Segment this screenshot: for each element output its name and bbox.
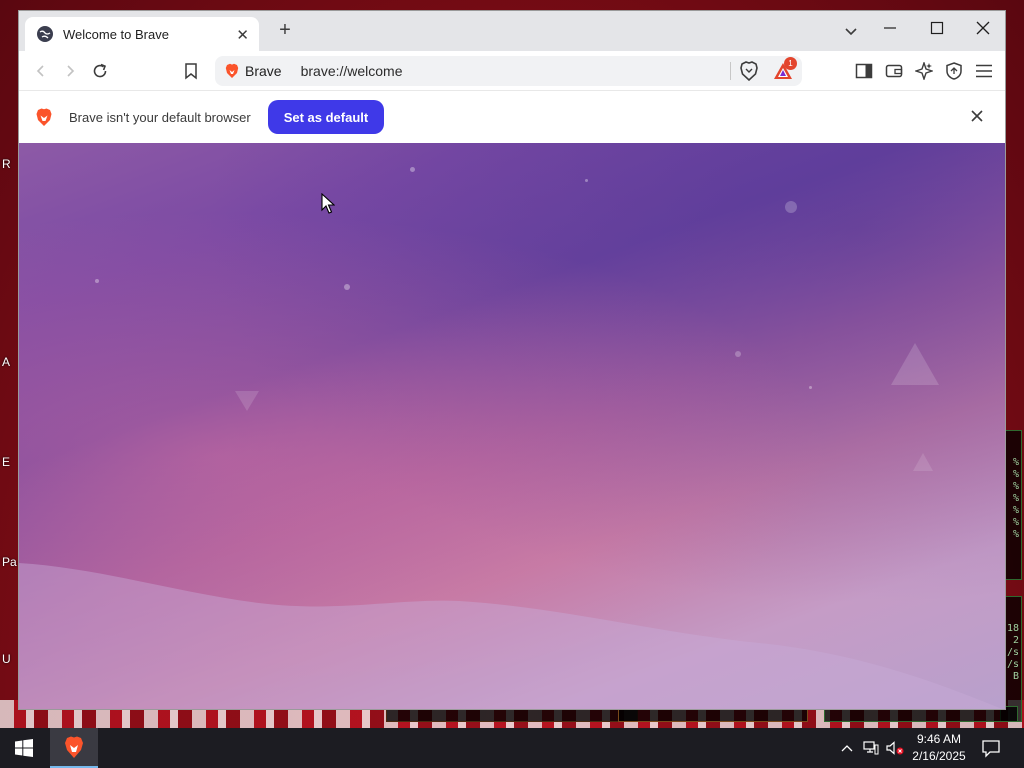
desktop-icon-label[interactable]: R [2,157,11,171]
url-brand-label: Brave [245,63,282,79]
url-text[interactable]: brave://welcome [301,63,403,79]
brave-lion-icon [65,736,83,758]
network-tray-button[interactable] [861,738,881,758]
brave-lion-icon [225,63,239,78]
sidebar-button[interactable] [852,59,876,83]
brave-rewards-button[interactable]: 1 [771,57,797,83]
url-divider [730,62,731,80]
vpn-button[interactable] [942,59,966,83]
close-window-button[interactable] [968,19,998,43]
network-icon [863,741,879,755]
star-decoration [735,351,741,357]
triangle-decoration [913,453,933,471]
bookmark-icon [185,63,197,80]
clock-time: 9:46 AM [916,732,962,746]
star-decoration [410,167,415,172]
sidebar-icon [855,63,873,79]
chevron-up-icon [841,745,853,752]
infobar-close-button[interactable] [967,106,987,126]
start-button[interactable] [0,728,48,768]
star-decoration [344,284,350,290]
desktop-icon-label[interactable]: Pa [2,555,17,569]
infobar-message: Brave isn't your default browser [69,109,251,125]
star-decoration [809,386,812,389]
leo-ai-button[interactable] [912,59,936,83]
welcome-page-background [19,143,1005,709]
reload-button[interactable] [88,59,112,83]
notification-icon [982,740,1000,758]
browser-window: Welcome to Brave ✕ + Brave brave://welco… [18,10,1006,710]
volume-tray-button[interactable] [885,738,905,758]
desktop-icon-label[interactable]: U [2,652,11,666]
forward-button[interactable] [58,59,82,83]
chevron-down-icon [845,28,857,36]
tab-close-icon[interactable]: ✕ [236,26,249,44]
star-decoration [95,279,99,283]
windows-taskbar: 9:46 AM 2/16/2025 [0,728,1024,768]
star-decoration [585,179,588,182]
hamburger-menu-icon [976,64,992,78]
clock-date: 2/16/2025 [912,749,966,763]
tab-title: Welcome to Brave [63,26,169,42]
minimize-button[interactable] [875,19,905,43]
sparkle-icon [915,62,933,80]
rewards-badge: 1 [784,57,797,70]
desktop-icon-label[interactable]: A [2,355,10,369]
new-tab-button[interactable]: + [273,19,297,43]
maximize-button[interactable] [922,19,952,43]
brave-shields-icon [740,61,758,81]
brave-lion-icon [36,108,52,126]
close-icon [976,21,990,35]
triangle-decoration [235,391,259,411]
arrow-right-icon [67,65,75,77]
tab-welcome[interactable]: Welcome to Brave ✕ [25,17,259,51]
taskbar-clock[interactable]: 9:46 AM 2/16/2025 [908,731,970,765]
brave-shields-button[interactable] [737,59,761,83]
windows-logo-icon [15,739,33,757]
globe-icon [37,26,53,42]
main-menu-button[interactable] [972,59,996,83]
desktop-icon-label[interactable]: E [2,455,10,469]
maximize-icon [930,21,944,35]
taskbar-brave-button[interactable] [50,728,98,768]
wallet-icon [885,64,903,78]
hills-decoration [19,563,1003,709]
reload-icon [93,63,107,78]
bookmark-button[interactable] [179,59,203,83]
action-center-button[interactable] [980,737,1002,759]
minimize-icon [884,27,896,29]
browser-toolbar: Brave brave://welcome 1 [19,51,1005,91]
star-decoration [785,201,797,213]
close-icon [971,110,983,122]
wallet-button[interactable] [882,59,906,83]
back-button[interactable] [29,59,53,83]
mouse-cursor-icon [321,193,335,214]
set-as-default-button[interactable]: Set as default [267,100,385,134]
tab-strip: Welcome to Brave ✕ + [19,11,1005,51]
triangle-decoration [891,343,939,385]
address-bar[interactable]: Brave brave://welcome 1 [215,56,802,86]
default-browser-infobar: Brave isn't your default browser Set as … [19,91,1005,143]
volume-muted-icon [886,741,904,755]
tab-search-button[interactable] [841,21,861,41]
vpn-shield-icon [946,62,962,80]
show-hidden-icons-button[interactable] [837,738,857,758]
arrow-left-icon [36,65,44,77]
